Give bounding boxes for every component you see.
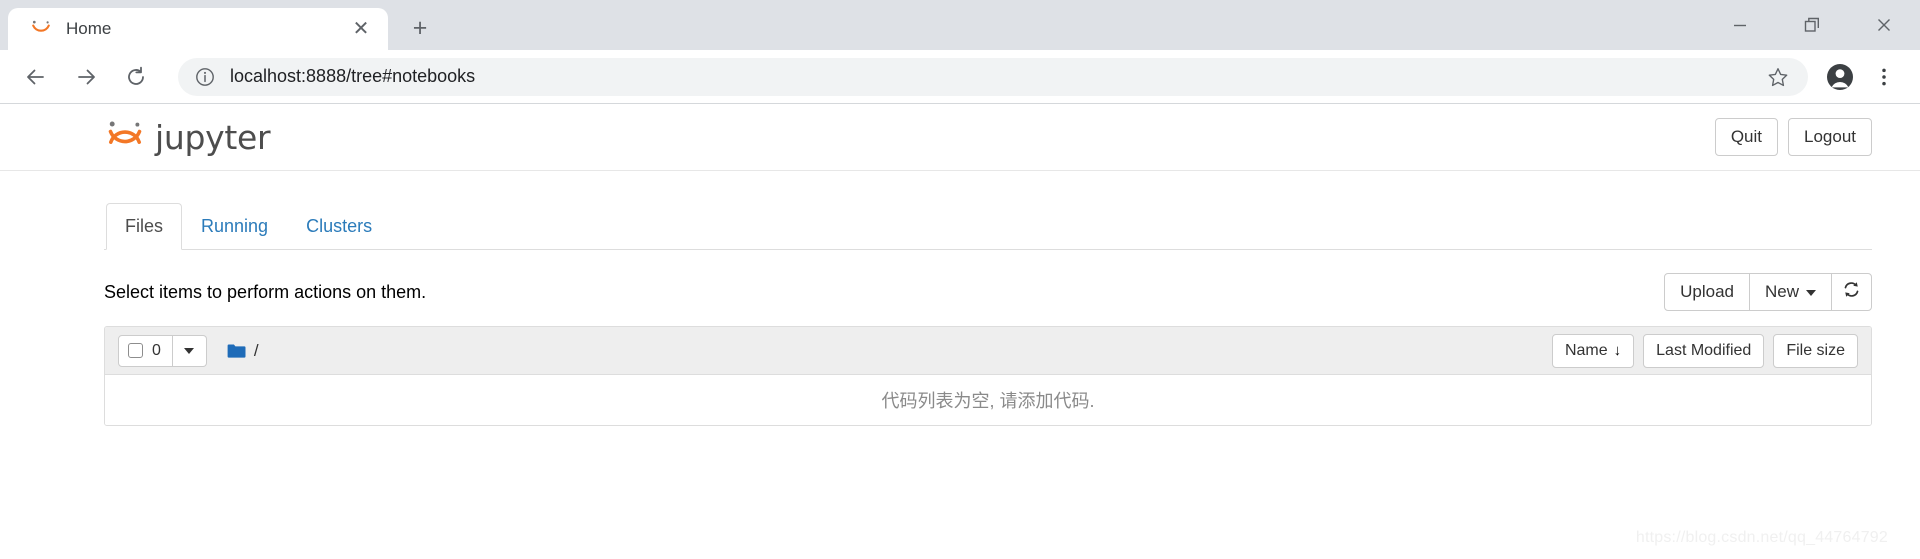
site-info-icon[interactable] bbox=[194, 66, 216, 88]
selected-count: 0 bbox=[152, 341, 161, 359]
sort-name-label: Name bbox=[1564, 341, 1608, 359]
window-close-icon[interactable] bbox=[1848, 0, 1920, 50]
browser-tab-strip: Home ✕ + bbox=[0, 0, 1920, 50]
sort-by-file-size-button[interactable]: File size bbox=[1773, 333, 1858, 368]
select-all-checkbox[interactable] bbox=[128, 343, 143, 358]
reload-icon[interactable] bbox=[114, 55, 158, 99]
jupyter-tab-bar: Files Running Clusters bbox=[104, 202, 1872, 250]
three-dot-menu-icon[interactable] bbox=[1862, 55, 1906, 99]
empty-list-message: 代码列表为空, 请添加代码. bbox=[105, 375, 1871, 425]
folder-icon bbox=[227, 343, 246, 359]
quit-button[interactable]: Quit bbox=[1714, 118, 1778, 156]
new-dropdown-button[interactable]: New bbox=[1748, 272, 1832, 312]
tab-files[interactable]: Files bbox=[106, 202, 183, 250]
select-all-control[interactable]: 0 bbox=[118, 334, 173, 367]
sort-last-modified-label: Last Modified bbox=[1656, 341, 1752, 359]
watermark: https://blog.csdn.net/qq_44764792 bbox=[1635, 529, 1888, 546]
address-bar[interactable]: localhost:8888/tree#notebooks bbox=[178, 57, 1808, 96]
url-text[interactable]: localhost:8888/tree#notebooks bbox=[230, 66, 1764, 87]
new-tab-button[interactable]: + bbox=[400, 8, 440, 48]
header-button-group: Quit Logout bbox=[1714, 118, 1872, 156]
window-controls bbox=[1704, 0, 1920, 50]
tab-clusters[interactable]: Clusters bbox=[287, 203, 391, 250]
chevron-down-icon bbox=[184, 347, 195, 354]
logout-button[interactable]: Logout bbox=[1788, 118, 1872, 156]
jupyter-logo-icon bbox=[104, 116, 146, 158]
refresh-icon bbox=[1843, 281, 1860, 303]
select-items-hint: Select items to perform actions on them. bbox=[104, 281, 427, 302]
bookmark-star-icon[interactable] bbox=[1764, 63, 1792, 91]
breadcrumb: / bbox=[227, 341, 259, 361]
jupyter-logo-text: jupyter bbox=[155, 117, 271, 157]
file-list-panel: 0 / Name ↓ Last Modified File size 代码列表为… bbox=[104, 326, 1872, 426]
browser-toolbar: localhost:8888/tree#notebooks bbox=[0, 50, 1920, 104]
action-bar-buttons: Upload New bbox=[1664, 272, 1872, 312]
sort-file-size-label: File size bbox=[1786, 341, 1845, 359]
browser-tab-title: Home bbox=[66, 19, 112, 38]
action-bar: Select items to perform actions on them.… bbox=[104, 272, 1872, 312]
sort-button-group: Name ↓ Last Modified File size bbox=[1551, 333, 1858, 368]
jupyter-logo-link[interactable]: jupyter bbox=[104, 104, 271, 170]
chevron-down-icon bbox=[1806, 289, 1816, 296]
profile-avatar-icon[interactable] bbox=[1818, 55, 1862, 99]
sort-by-last-modified-button[interactable]: Last Modified bbox=[1643, 333, 1765, 368]
file-list-toolbar: 0 / Name ↓ Last Modified File size bbox=[105, 327, 1871, 375]
back-arrow-icon[interactable] bbox=[14, 55, 58, 99]
selection-dropdown-button[interactable] bbox=[172, 334, 207, 367]
new-dropdown-label: New bbox=[1764, 282, 1799, 302]
refresh-button[interactable] bbox=[1831, 272, 1872, 312]
minimize-icon[interactable] bbox=[1704, 0, 1776, 50]
upload-button[interactable]: Upload bbox=[1664, 272, 1750, 312]
arrow-down-icon: ↓ bbox=[1613, 342, 1622, 359]
forward-arrow-icon[interactable] bbox=[64, 55, 108, 99]
jupyter-page: jupyter Quit Logout Files Running Cluste… bbox=[0, 104, 1920, 559]
browser-tab[interactable]: Home ✕ bbox=[8, 8, 388, 50]
selection-control-group: 0 bbox=[118, 334, 207, 367]
restore-icon[interactable] bbox=[1776, 0, 1848, 50]
sort-by-name-button[interactable]: Name ↓ bbox=[1551, 333, 1635, 368]
jupyter-favicon-icon bbox=[30, 18, 52, 40]
close-icon[interactable]: ✕ bbox=[348, 16, 374, 42]
jupyter-header: jupyter Quit Logout bbox=[0, 104, 1920, 171]
breadcrumb-root[interactable]: / bbox=[254, 341, 259, 361]
jupyter-main: Files Running Clusters Select items to p… bbox=[0, 202, 1920, 426]
tab-running[interactable]: Running bbox=[182, 203, 287, 250]
